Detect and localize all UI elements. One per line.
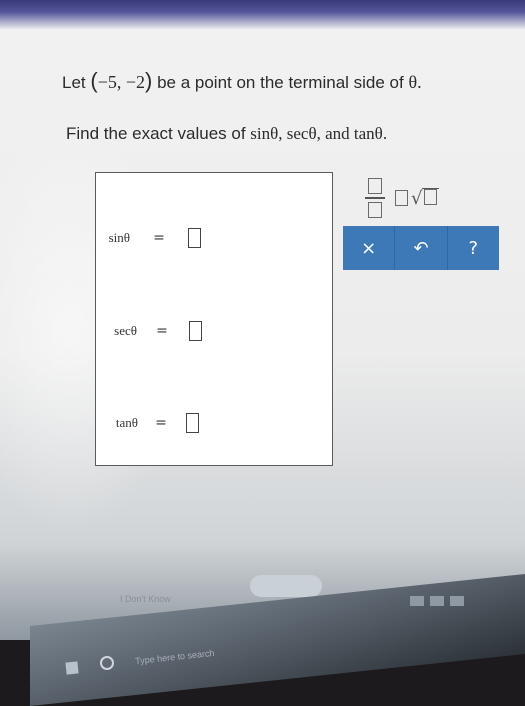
screen: Let (−5, −2) be a point on the terminal …	[0, 0, 525, 640]
sin-answer-input[interactable]	[188, 228, 201, 248]
question-point: −5, −2	[97, 72, 146, 92]
instruction-text: Find the exact values of sinθ, secθ, and…	[66, 124, 387, 144]
dont-know-link[interactable]: I Don't Know	[120, 594, 171, 604]
answer-box: sinθ = secθ = tanθ =	[95, 172, 333, 466]
clear-button[interactable]: ×	[343, 226, 396, 270]
sin-equals: =	[153, 230, 165, 246]
sec-label: secθ	[114, 323, 137, 338]
system-tray	[410, 596, 510, 614]
instruction-functions: sinθ, secθ, and tanθ.	[250, 124, 388, 143]
question-suffix: be a point on the terminal side of	[157, 73, 404, 92]
windows-start-icon[interactable]	[65, 661, 79, 675]
answer-row-tan: tanθ =	[106, 413, 199, 433]
square-root-template-icon[interactable]: √	[395, 187, 440, 209]
fraction-template-icon[interactable]	[365, 178, 385, 218]
palette-templates: √	[343, 174, 499, 222]
question-theta: θ.	[408, 72, 422, 92]
tray-icon[interactable]	[430, 596, 444, 606]
undo-button[interactable]: ↶	[395, 226, 448, 270]
question-prefix: Let	[62, 73, 86, 92]
tan-equals: =	[155, 415, 167, 431]
tray-icon[interactable]	[410, 596, 424, 606]
tan-label: tanθ	[115, 415, 138, 430]
palette-buttons: × ↶ ?	[343, 226, 499, 270]
answer-row-sec: secθ =	[101, 321, 202, 341]
sec-answer-input[interactable]	[189, 321, 202, 341]
answer-row-sin: sinθ =	[96, 228, 201, 248]
math-palette: √ × ↶ ?	[343, 174, 499, 272]
check-button[interactable]	[250, 575, 322, 597]
question-text: Let (−5, −2) be a point on the terminal …	[62, 68, 422, 93]
help-button[interactable]: ?	[447, 226, 499, 270]
tan-answer-input[interactable]	[186, 413, 199, 433]
instruction-prefix: Find the exact values of	[66, 124, 246, 143]
cortana-icon[interactable]	[100, 656, 114, 670]
sec-equals: =	[156, 323, 168, 339]
sin-label: sinθ	[108, 230, 130, 245]
top-band	[0, 0, 525, 30]
tray-icon[interactable]	[450, 596, 464, 606]
